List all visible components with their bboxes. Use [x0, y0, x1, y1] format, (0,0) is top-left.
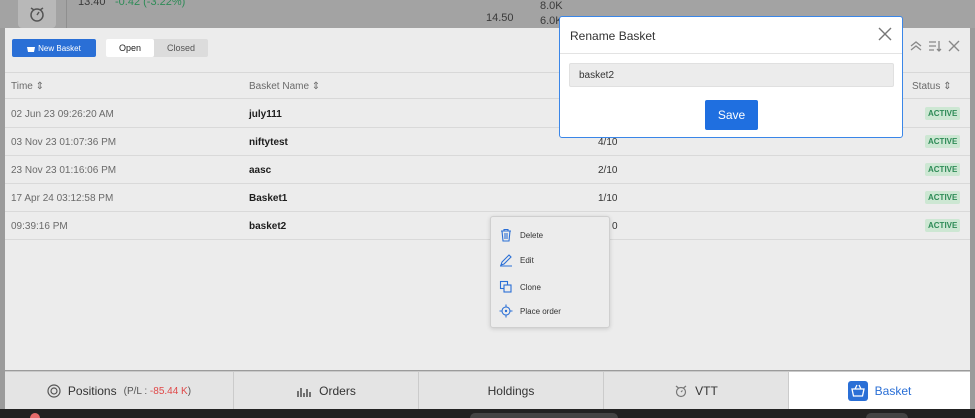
- header-basket-name[interactable]: Basket Name ⇕: [249, 81, 320, 92]
- menu-item-place-order[interactable]: Place order: [499, 304, 561, 318]
- tab-orders[interactable]: Orders: [234, 372, 419, 410]
- basket-icon: [847, 381, 868, 401]
- target-icon: [499, 304, 513, 318]
- header-name-label: Basket Name: [249, 81, 310, 92]
- table-row[interactable]: 23 Nov 23 01:16:06 PM aasc 2/10 ACTIVE: [5, 156, 970, 184]
- row-count: 4/10: [598, 137, 618, 148]
- menu-item-label: Edit: [520, 255, 534, 265]
- row-context-menu: Delete Edit Clone Place order: [490, 216, 610, 328]
- background-divider: [66, 0, 67, 28]
- menu-item-edit[interactable]: Edit: [499, 253, 534, 267]
- vtt-icon: [675, 385, 687, 398]
- tab-label: Holdings: [487, 384, 535, 398]
- pl-summary: (P/L : -85.44 K): [124, 386, 191, 397]
- background-ticker-change: -0.42 (-3.22%): [115, 0, 186, 8]
- dialog-title: Rename Basket: [570, 29, 656, 43]
- tab-positions[interactable]: Positions (P/L : -85.44 K): [5, 372, 234, 410]
- os-tray: [866, 413, 908, 418]
- row-time: 23 Nov 23 01:16:06 PM: [11, 165, 117, 176]
- rename-basket-dialog: Rename Basket Save: [559, 16, 903, 138]
- header-time-label: Time: [11, 81, 33, 92]
- collapse-icon[interactable]: [910, 40, 922, 52]
- status-badge: ACTIVE: [925, 135, 961, 148]
- pl-value: -85.44 K: [149, 385, 188, 397]
- menu-item-label: Delete: [520, 230, 544, 240]
- timer-icon: [30, 7, 44, 22]
- tab-open[interactable]: Open: [106, 39, 155, 57]
- menu-item-delete[interactable]: Delete: [499, 228, 543, 242]
- row-basket-name: july111: [249, 109, 282, 120]
- basket-icon: [27, 46, 36, 52]
- menu-item-label: Clone: [520, 282, 541, 292]
- positions-icon: [47, 384, 61, 398]
- tab-holdings[interactable]: Holdings: [419, 372, 604, 410]
- header-status[interactable]: Status ⇕: [912, 81, 952, 92]
- save-button[interactable]: Save: [705, 100, 758, 130]
- os-search-box[interactable]: [470, 413, 618, 418]
- background-app-icon: [18, 0, 56, 28]
- tab-label: VTT: [695, 384, 718, 398]
- row-basket-name: niftytest: [249, 137, 288, 148]
- panel-window-controls: [910, 40, 960, 52]
- tab-label: Positions: [67, 384, 117, 398]
- tab-label: Basket: [874, 384, 912, 398]
- status-badge: ACTIVE: [925, 107, 961, 120]
- new-basket-label: New Basket: [38, 43, 81, 53]
- dialog-divider: [560, 53, 902, 54]
- new-basket-button[interactable]: New Basket: [12, 39, 96, 57]
- tab-basket[interactable]: Basket: [789, 372, 970, 410]
- row-basket-name: aasc: [249, 165, 272, 176]
- pl-suffix: ): [187, 385, 192, 397]
- tab-closed[interactable]: Closed: [154, 39, 208, 57]
- background-price: 14.50: [486, 12, 514, 24]
- sort-icon[interactable]: [928, 40, 942, 52]
- clone-icon: [499, 280, 512, 293]
- row-time: 02 Jun 23 09:26:20 AM: [11, 109, 114, 120]
- orders-icon: [297, 388, 311, 397]
- row-count: 0: [612, 221, 618, 232]
- tab-label: Orders: [319, 384, 356, 398]
- status-badge: ACTIVE: [925, 219, 961, 232]
- header-time[interactable]: Time ⇕: [11, 81, 44, 92]
- close-panel-icon[interactable]: [948, 40, 960, 52]
- background-ticker-prefix: 13.40: [78, 0, 106, 8]
- table-row[interactable]: 09:39:16 PM basket2 0 ACTIVE: [5, 212, 970, 240]
- row-count: 2/10: [598, 165, 618, 176]
- row-basket-name: Basket1: [249, 193, 288, 204]
- table-row[interactable]: 17 Apr 24 03:12:58 PM Basket1 1/10 ACTIV…: [5, 184, 970, 212]
- menu-item-label: Place order: [520, 306, 561, 316]
- edit-icon: [500, 254, 512, 267]
- status-badge: ACTIVE: [925, 163, 961, 176]
- close-icon[interactable]: [878, 27, 892, 41]
- background-volume-1: 8.0K: [540, 0, 563, 12]
- header-status-label: Status: [912, 81, 941, 92]
- pl-prefix: (P/L :: [123, 385, 150, 397]
- trash-icon: [501, 228, 511, 242]
- row-time: 09:39:16 PM: [11, 221, 68, 232]
- os-app-icon[interactable]: [30, 413, 40, 418]
- basket-name-input[interactable]: [569, 63, 894, 87]
- row-basket-name: basket2: [249, 221, 287, 232]
- status-badge: ACTIVE: [925, 191, 961, 204]
- row-time: 03 Nov 23 01:07:36 PM: [11, 137, 117, 148]
- row-count: 1/10: [598, 193, 618, 204]
- row-time: 17 Apr 24 03:12:58 PM: [11, 193, 114, 204]
- bottom-tab-bar: Positions (P/L : -85.44 K) Orders Holdin…: [5, 371, 970, 410]
- basket-filter-tabs: Open Closed: [106, 39, 209, 57]
- tab-vtt[interactable]: VTT: [604, 372, 789, 410]
- menu-item-clone[interactable]: Clone: [499, 280, 541, 294]
